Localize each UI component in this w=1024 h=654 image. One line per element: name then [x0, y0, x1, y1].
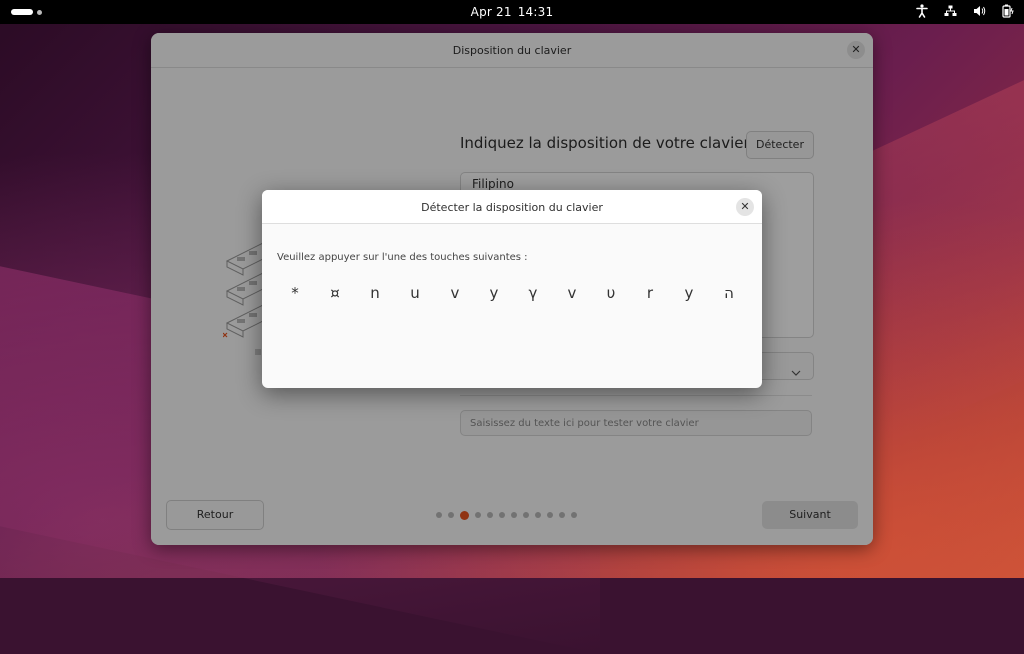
key-symbol: r — [646, 284, 654, 302]
system-tray[interactable] — [916, 4, 1014, 18]
wallpaper-band — [860, 63, 1024, 457]
key-symbol: γ — [528, 284, 538, 302]
volume-icon[interactable] — [973, 5, 986, 17]
detect-layout-dialog: Détecter la disposition du clavier ✕ Veu… — [262, 190, 762, 388]
battery-icon[interactable] — [1002, 4, 1014, 18]
key-symbol: ¤ — [330, 284, 340, 302]
top-bar: Apr 21 14:31 — [0, 0, 1024, 24]
key-symbol: n — [370, 284, 380, 302]
clock-time: 14:31 — [517, 5, 554, 19]
key-symbol: y — [684, 284, 694, 302]
clock[interactable]: Apr 21 14:31 — [0, 5, 1024, 19]
key-symbol: v — [450, 284, 460, 302]
key-symbol: ה — [724, 284, 734, 302]
key-list: * ¤ n u v y γ v υ r y ה — [280, 284, 750, 304]
clock-date: Apr 21 — [470, 5, 512, 19]
dialog-header: Détecter la disposition du clavier ✕ — [262, 190, 762, 224]
key-symbol: * — [291, 284, 299, 302]
close-icon[interactable]: ✕ — [736, 198, 754, 216]
dialog-prompt: Veuillez appuyer sur l'une des touches s… — [277, 252, 528, 263]
key-symbol: v — [567, 284, 577, 302]
key-symbol: u — [410, 284, 420, 302]
accessibility-icon[interactable] — [916, 4, 928, 18]
key-symbol: υ — [606, 284, 616, 302]
dialog-title: Détecter la disposition du clavier — [421, 201, 603, 214]
network-icon[interactable] — [944, 5, 957, 17]
key-symbol: y — [489, 284, 499, 302]
